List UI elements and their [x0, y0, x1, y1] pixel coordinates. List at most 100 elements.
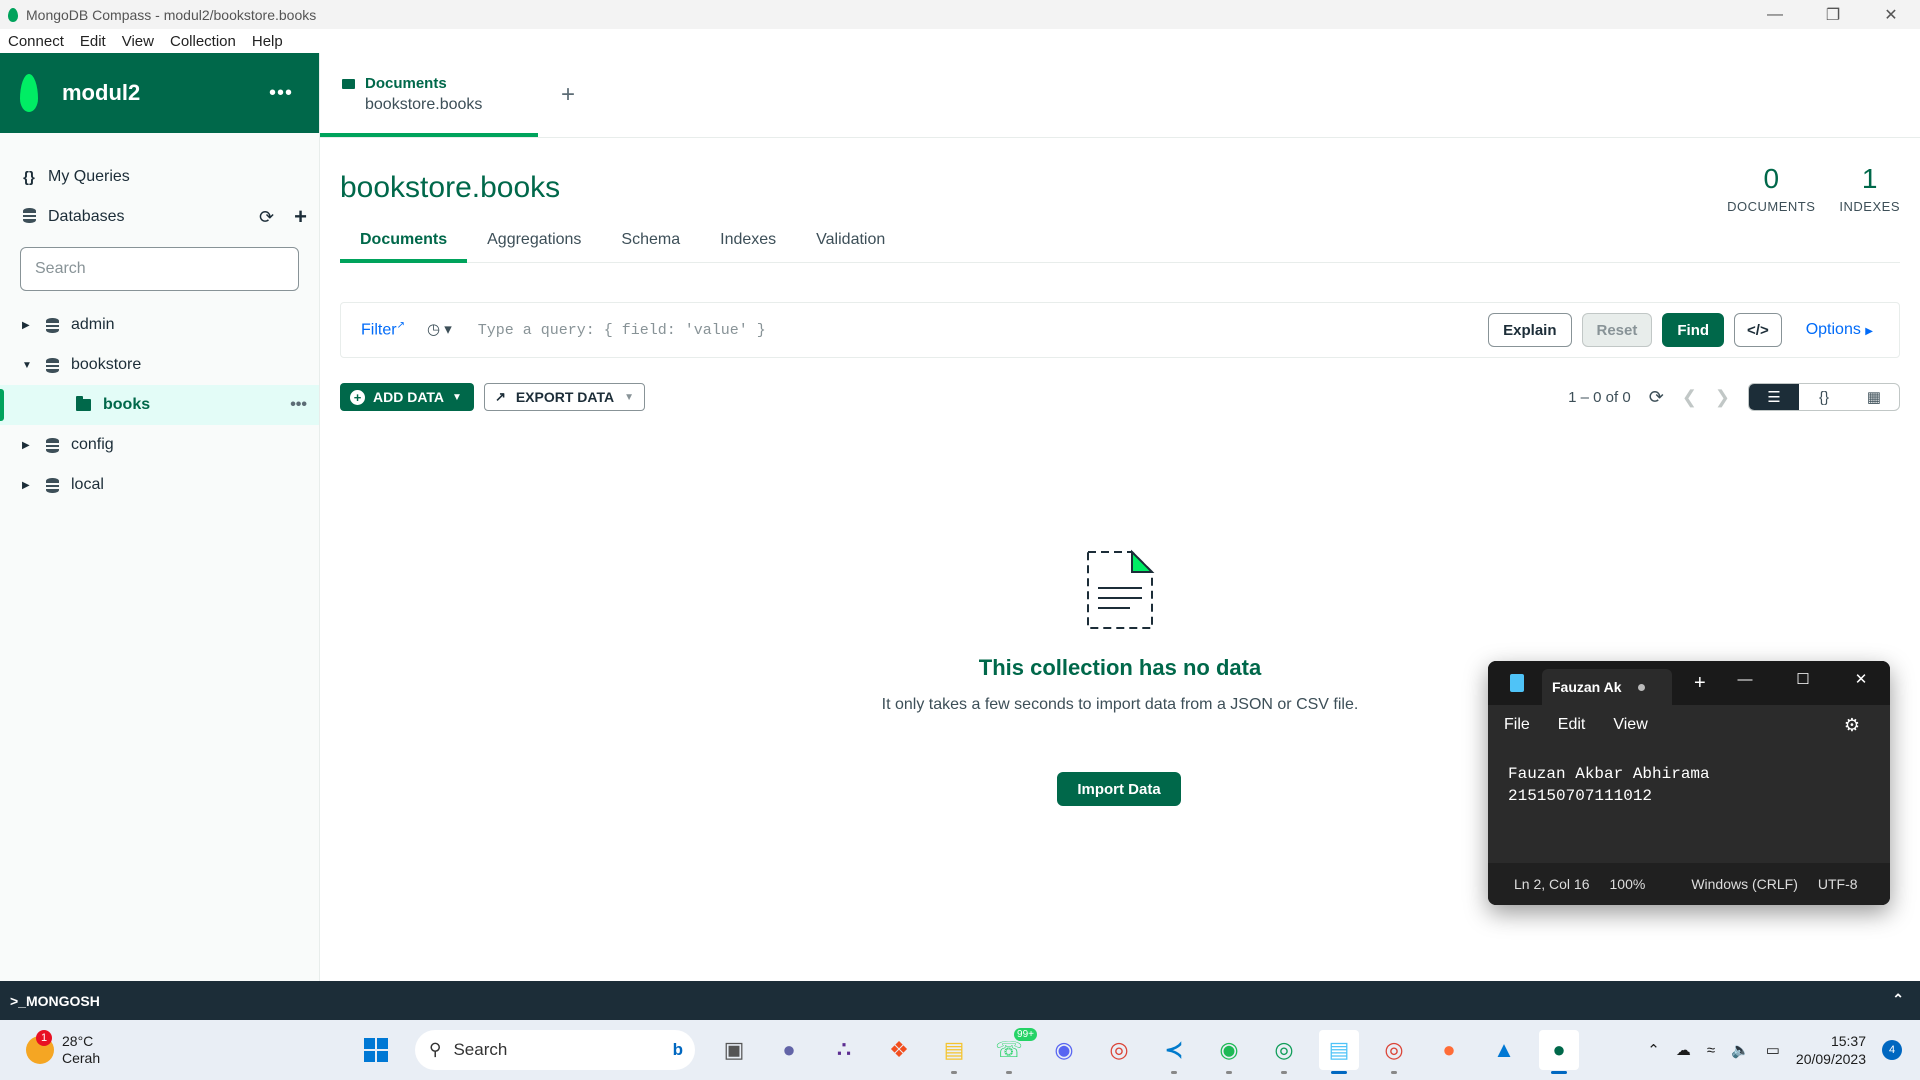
query-history-icon[interactable]: ◷ ▾ [427, 321, 452, 339]
menu-help[interactable]: Help [244, 33, 291, 50]
menu-edit[interactable]: Edit [72, 33, 114, 50]
refresh-icon[interactable]: ⟳ [259, 207, 274, 228]
encoding[interactable]: UTF-8 [1808, 876, 1868, 892]
find-button[interactable]: Find [1662, 313, 1725, 347]
notepad-menu-file[interactable]: File [1504, 716, 1530, 734]
connection-menu-icon[interactable]: ••• [269, 82, 293, 105]
mongodb-compass-taskbar-icon[interactable]: ● [1539, 1030, 1579, 1074]
vscode-icon[interactable]: ≺ [1154, 1030, 1194, 1074]
close-icon[interactable]: ✕ [1862, 0, 1920, 29]
taskbar-search[interactable]: ⚲ Search b [415, 1030, 695, 1070]
json-view-icon[interactable]: {} [1799, 384, 1849, 410]
close-icon[interactable]: ✕ [1832, 661, 1890, 697]
minimize-icon[interactable]: — [1716, 661, 1774, 697]
notepad-taskbar-icon[interactable]: ▤ [1319, 1030, 1359, 1074]
prev-page-icon[interactable]: ❮ [1682, 387, 1697, 408]
notepad-new-tab-icon[interactable]: + [1694, 672, 1706, 695]
my-queries-item[interactable]: {} My Queries [0, 157, 319, 197]
add-data-button[interactable]: + ADD DATA ▼ [340, 383, 474, 411]
connection-header: modul2 ••• [0, 53, 319, 133]
workspace-tab-documents[interactable]: Documents bookstore.books [320, 53, 538, 137]
import-data-button[interactable]: Import Data [1057, 772, 1181, 806]
sidebar-search-input[interactable]: Search [20, 247, 299, 291]
line-endings[interactable]: Windows (CRLF) [1681, 876, 1808, 892]
code-view-icon[interactable]: </> [1734, 313, 1782, 347]
chrome-icon[interactable]: ◎ [1099, 1030, 1139, 1070]
paint-icon[interactable]: ▲ [1484, 1030, 1524, 1070]
tree-collection-books[interactable]: books ••• [0, 385, 319, 425]
indexes-label: INDEXES [1839, 199, 1900, 214]
filter-link[interactable]: Filter↗ [361, 320, 405, 339]
databases-item[interactable]: Databases ⟳ + [0, 197, 319, 237]
search-icon: ⚲ [429, 1040, 442, 1059]
table-view-icon[interactable]: ▦ [1849, 384, 1899, 410]
discord-icon[interactable]: ◉ [1044, 1030, 1084, 1070]
documents-stat[interactable]: 0 DOCUMENTS [1727, 163, 1815, 214]
notepad-tab[interactable]: Fauzan Ak [1542, 669, 1672, 705]
figma-icon[interactable]: ❖ [879, 1030, 919, 1070]
collection-menu-icon[interactable]: ••• [290, 396, 307, 414]
caret-right-icon[interactable]: ▶ [22, 320, 32, 331]
export-data-label: EXPORT DATA [515, 389, 615, 405]
task-view-icon[interactable]: ▣ [714, 1030, 754, 1070]
minimize-icon[interactable]: — [1746, 0, 1804, 29]
tab-indexes[interactable]: Indexes [700, 223, 796, 263]
tab-aggregations[interactable]: Aggregations [467, 223, 601, 263]
tree-db-bookstore[interactable]: ▼ bookstore [0, 345, 319, 385]
menu-collection[interactable]: Collection [162, 33, 244, 50]
battery-icon[interactable]: ▭ [1766, 1041, 1780, 1059]
mongosh-bar[interactable]: >_MONGOSH ⌃ [0, 981, 1920, 1020]
new-tab-plus-icon[interactable]: + [538, 53, 598, 137]
database-icon [46, 477, 59, 493]
explain-button[interactable]: Explain [1488, 313, 1572, 347]
tab-schema[interactable]: Schema [601, 223, 700, 263]
file-explorer-icon[interactable]: ▤ [934, 1030, 974, 1074]
postman-icon[interactable]: ● [1429, 1030, 1469, 1070]
indexes-stat[interactable]: 1 INDEXES [1839, 163, 1900, 214]
menu-view[interactable]: View [114, 33, 162, 50]
chrome-profile-icon[interactable]: ◎ [1264, 1030, 1304, 1074]
next-page-icon[interactable]: ❯ [1715, 387, 1730, 408]
volume-icon[interactable]: 🔈 [1731, 1041, 1750, 1059]
tab-validation[interactable]: Validation [796, 223, 905, 263]
notepad-menu-view[interactable]: View [1613, 716, 1647, 734]
wifi-icon[interactable]: ≈ [1707, 1042, 1715, 1059]
chevron-up-icon[interactable]: ⌃ [1647, 1041, 1660, 1059]
chevron-up-icon[interactable]: ⌃ [1892, 991, 1904, 1008]
view-switcher: ☰ {} ▦ [1748, 383, 1900, 411]
caret-right-icon[interactable]: ▶ [22, 480, 32, 491]
windows-start-icon[interactable] [356, 1030, 396, 1070]
maximize-icon[interactable]: ☐ [1774, 661, 1832, 697]
notification-count[interactable]: 4 [1882, 1040, 1902, 1060]
reset-button[interactable]: Reset [1581, 313, 1653, 347]
tree-db-config[interactable]: ▶ config [0, 425, 319, 465]
folder-icon [342, 79, 355, 89]
weather-widget[interactable]: 1 28°C Cerah [26, 1030, 100, 1067]
notepad-menu-edit[interactable]: Edit [1558, 716, 1586, 734]
chrome-profile-2-icon[interactable]: ◎ [1374, 1030, 1414, 1074]
onedrive-cloud-icon[interactable]: ☁ [1676, 1041, 1691, 1059]
add-database-icon[interactable]: + [294, 204, 307, 230]
clock[interactable]: 15:37 20/09/2023 [1796, 1032, 1866, 1068]
spotify-icon[interactable]: ◉ [1209, 1030, 1249, 1074]
gear-icon[interactable]: ⚙ [1844, 715, 1860, 736]
restore-icon[interactable]: ❐ [1804, 0, 1862, 29]
teams-icon[interactable]: ● [769, 1030, 809, 1070]
visual-studio-icon[interactable]: ∴ [824, 1030, 864, 1070]
tab-documents[interactable]: Documents [340, 223, 468, 263]
list-view-icon[interactable]: ☰ [1749, 384, 1799, 410]
menu-connect[interactable]: Connect [0, 33, 72, 50]
notepad-text-area[interactable]: Fauzan Akbar Abhirama 215150707111012 [1488, 745, 1890, 863]
options-toggle[interactable]: Options ▶ [1806, 321, 1873, 339]
tree-db-local[interactable]: ▶ local [0, 465, 319, 505]
caret-down-icon[interactable]: ▼ [22, 360, 32, 371]
refresh-icon[interactable]: ⟳ [1649, 387, 1664, 408]
caret-right-icon[interactable]: ▶ [22, 440, 32, 451]
tree-db-admin[interactable]: ▶ admin [0, 305, 319, 345]
query-bar: Filter↗ ◷ ▾ Type a query: { field: 'valu… [340, 302, 1900, 358]
workspace-tabbar: Documents bookstore.books + [320, 53, 1920, 138]
export-data-button[interactable]: ↗ EXPORT DATA ▼ [483, 383, 646, 411]
whatsapp-icon[interactable]: ☏ 99+ [989, 1028, 1037, 1074]
zoom-level[interactable]: 100% [1600, 876, 1656, 892]
query-input[interactable]: Type a query: { field: 'value' } [478, 322, 1488, 339]
